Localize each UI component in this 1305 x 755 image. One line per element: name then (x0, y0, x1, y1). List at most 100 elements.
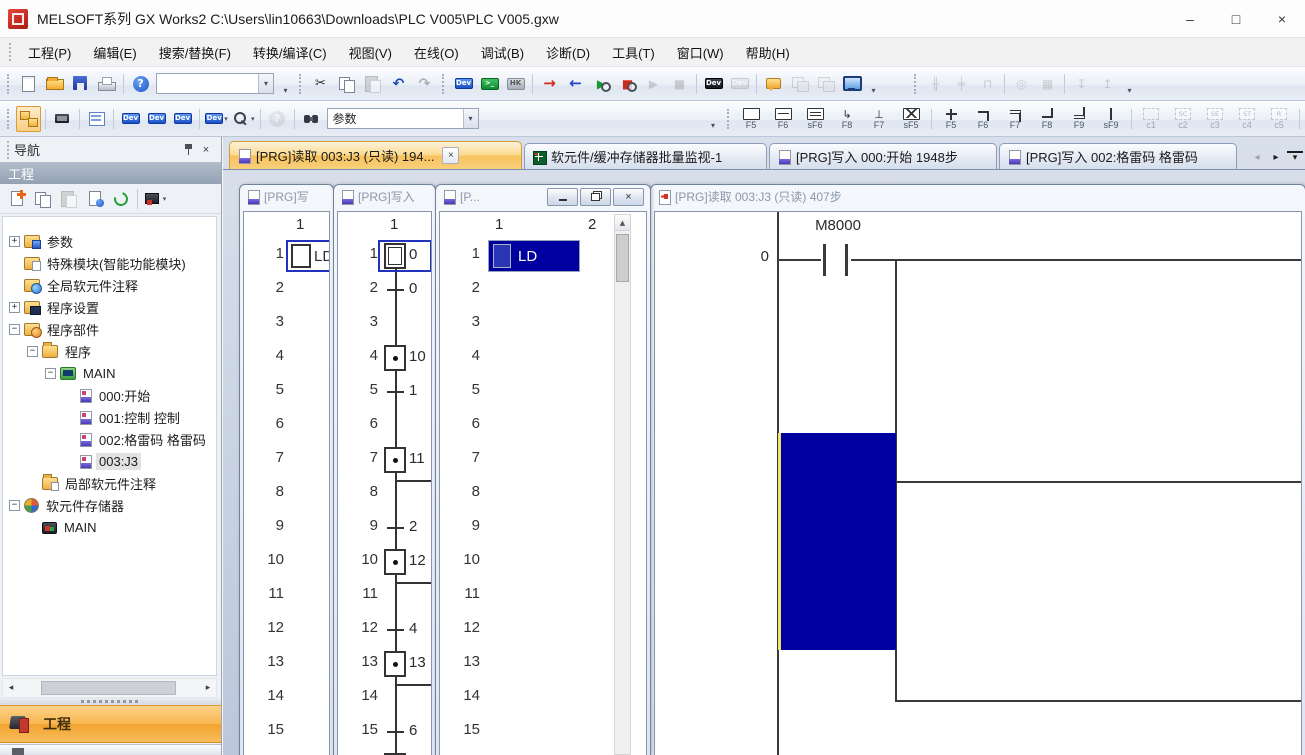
document-tab-3[interactable]: [PRG]写入 002:格雷码 格雷码 (999, 143, 1237, 169)
nav-sort-device-button[interactable]: ▾ (142, 187, 167, 211)
tree-item-program-setting[interactable]: +程序设置 (3, 297, 216, 318)
hscroll-track[interactable] (19, 679, 200, 697)
sfc-block-button[interactable]: c1 (1136, 105, 1167, 133)
child-restore-button[interactable] (580, 188, 611, 206)
find-target-combo-dropdown[interactable]: ▾ (463, 109, 478, 128)
child-minimize-button[interactable] (547, 188, 578, 206)
menu-item-1[interactable]: 编辑(E) (82, 38, 147, 67)
menu-item-7[interactable]: 诊断(D) (535, 38, 601, 67)
device-search-button-dropdown[interactable]: ▾ (251, 115, 255, 123)
window-b-sfc-grid[interactable]: 1 12345678910111213141500101112124136 (337, 211, 432, 755)
write-to-plc-button[interactable]: → (537, 71, 562, 97)
help-button[interactable]: ? (128, 71, 153, 97)
monitor-stop-button[interactable]: ■ (615, 71, 640, 97)
nav-paste-button[interactable] (56, 187, 81, 211)
toolbar-overflow-button[interactable]: ▾ (867, 70, 880, 98)
tree-item-device-memory-main[interactable]: MAIN (3, 517, 216, 538)
vscroll-up-button[interactable]: ▲ (615, 215, 630, 231)
nav-new-item-button[interactable] (4, 187, 29, 211)
menu-item-6[interactable]: 调试(B) (470, 38, 535, 67)
tab-close-button[interactable]: × (442, 147, 459, 164)
pc-monitor-button[interactable] (839, 71, 864, 97)
help-2-button[interactable]: ? (265, 106, 290, 132)
navigation-window-toggle[interactable] (16, 106, 41, 132)
corner-top-button[interactable]: F6 (968, 105, 999, 133)
paste-button[interactable] (360, 71, 385, 97)
close-button[interactable]: × (1259, 0, 1305, 37)
tree-expander-program[interactable]: − (27, 346, 38, 357)
intelligent-function-button[interactable]: HK (503, 71, 528, 97)
menu-item-10[interactable]: 帮助(H) (735, 38, 801, 67)
tree-item-program[interactable]: −程序 (3, 341, 216, 362)
menu-item-0[interactable]: 工程(P) (17, 38, 82, 67)
tree-expander-parameter[interactable]: + (9, 236, 20, 247)
toolbar-grip[interactable] (442, 74, 446, 94)
maximize-button[interactable]: □ (1213, 0, 1259, 37)
find-replace-button[interactable] (299, 106, 324, 132)
toolbar-overflow-button[interactable]: ▾ (707, 105, 720, 133)
save-project-button[interactable] (68, 71, 93, 97)
redo-button[interactable]: ↷ (412, 71, 437, 97)
next-tab-button[interactable]: ▸ (1268, 148, 1284, 166)
nav-sort-device-button-dropdown[interactable]: ▾ (163, 195, 167, 203)
panel-grip[interactable] (7, 141, 10, 159)
skip-range-end-button[interactable]: ↥ (1095, 71, 1120, 97)
pulse-execution-button[interactable]: ⊓ (975, 71, 1000, 97)
print-button[interactable] (94, 71, 119, 97)
toolbar-grip[interactable] (7, 74, 11, 94)
device-memory-monitor-button[interactable]: Dev (701, 71, 726, 97)
menu-item-2[interactable]: 搜索/替换(F) (148, 38, 242, 67)
corner-bottom-button[interactable]: F8 (1032, 105, 1063, 133)
find-target-combo[interactable]: 参数▾ (327, 108, 479, 129)
document-tab-2[interactable]: [PRG]写入 000:开始 1948步 (769, 143, 997, 169)
comment-display-button[interactable] (761, 71, 786, 97)
tree-item-prg-002[interactable]: 002:格雷码 格雷码 (3, 429, 216, 450)
hscroll-right-button[interactable]: ▸ (200, 679, 216, 697)
menu-item-9[interactable]: 窗口(W) (666, 38, 735, 67)
prev-tab-button[interactable]: ◂ (1249, 148, 1265, 166)
device-comment-button[interactable]: Dev (118, 106, 143, 132)
tree-item-local-device-comment[interactable]: 局部软元件注释 (3, 473, 216, 494)
sfc-cell-selected[interactable]: LD (286, 240, 330, 272)
tree-item-main-program[interactable]: −MAIN (3, 363, 216, 384)
toolbar-overflow-button[interactable]: ▾ (279, 70, 292, 98)
navigation-hscrollbar[interactable]: ◂ ▸ (2, 678, 217, 698)
debug-window-button[interactable]: ▦ (1035, 71, 1060, 97)
debug-device-find-button[interactable]: ◎ (1009, 71, 1034, 97)
quick-access-combo[interactable]: ▾ (156, 73, 274, 94)
tree-expander-program-setting[interactable]: + (9, 302, 20, 313)
tree-expander-pou[interactable]: − (9, 324, 20, 335)
document-tab-0[interactable]: [PRG]读取 003:J3 (只读) 194...× (229, 141, 522, 169)
child-close-button[interactable]: × (613, 188, 644, 206)
tree-item-pou[interactable]: −程序部件 (3, 319, 216, 340)
step-execution-button[interactable]: ╫ (923, 71, 948, 97)
tree-item-prg-000[interactable]: 000:开始 (3, 385, 216, 406)
menu-item-5[interactable]: 在线(O) (403, 38, 470, 67)
toolbar-grip[interactable] (7, 109, 11, 129)
tree-item-parameter[interactable]: +参数 (3, 231, 216, 252)
device-buffer-monitor-button[interactable]: Dev (727, 71, 752, 97)
cross-reference-button[interactable] (787, 71, 812, 97)
menu-item-4[interactable]: 视图(V) (338, 38, 403, 67)
close-contact-or-button[interactable]: sF6 (800, 105, 831, 133)
undo-button[interactable]: ↶ (386, 71, 411, 97)
nav-item-info-button[interactable] (82, 187, 107, 211)
navigation-close-button[interactable]: × (197, 142, 215, 158)
device-find-button[interactable]: Dev (451, 71, 476, 97)
vertical-line-write-button[interactable]: ⊥F7 (864, 105, 895, 133)
read-from-plc-button[interactable]: ← (563, 71, 588, 97)
sfc-cell-selected[interactable]: LD (488, 240, 580, 272)
output-window-button[interactable] (84, 106, 109, 132)
program-check-button[interactable]: >_ (477, 71, 502, 97)
quick-access-combo-dropdown[interactable]: ▾ (258, 74, 273, 93)
window-c-vscrollbar[interactable]: ▲ (614, 214, 631, 755)
close-contact-button[interactable]: F6 (768, 105, 799, 133)
menu-item-3[interactable]: 转换/编译(C) (242, 38, 338, 67)
device-search-button[interactable]: ▾ (230, 106, 256, 132)
new-project-button[interactable] (16, 71, 41, 97)
toolbar-grip[interactable] (299, 74, 303, 94)
sfc-se-button[interactable]: SEc3 (1200, 105, 1231, 133)
window-b-titlebar[interactable]: [PRG]写入 (334, 185, 435, 208)
sfc-st-button[interactable]: STc4 (1232, 105, 1263, 133)
tree-item-device-memory[interactable]: −软元件存储器 (3, 495, 216, 516)
